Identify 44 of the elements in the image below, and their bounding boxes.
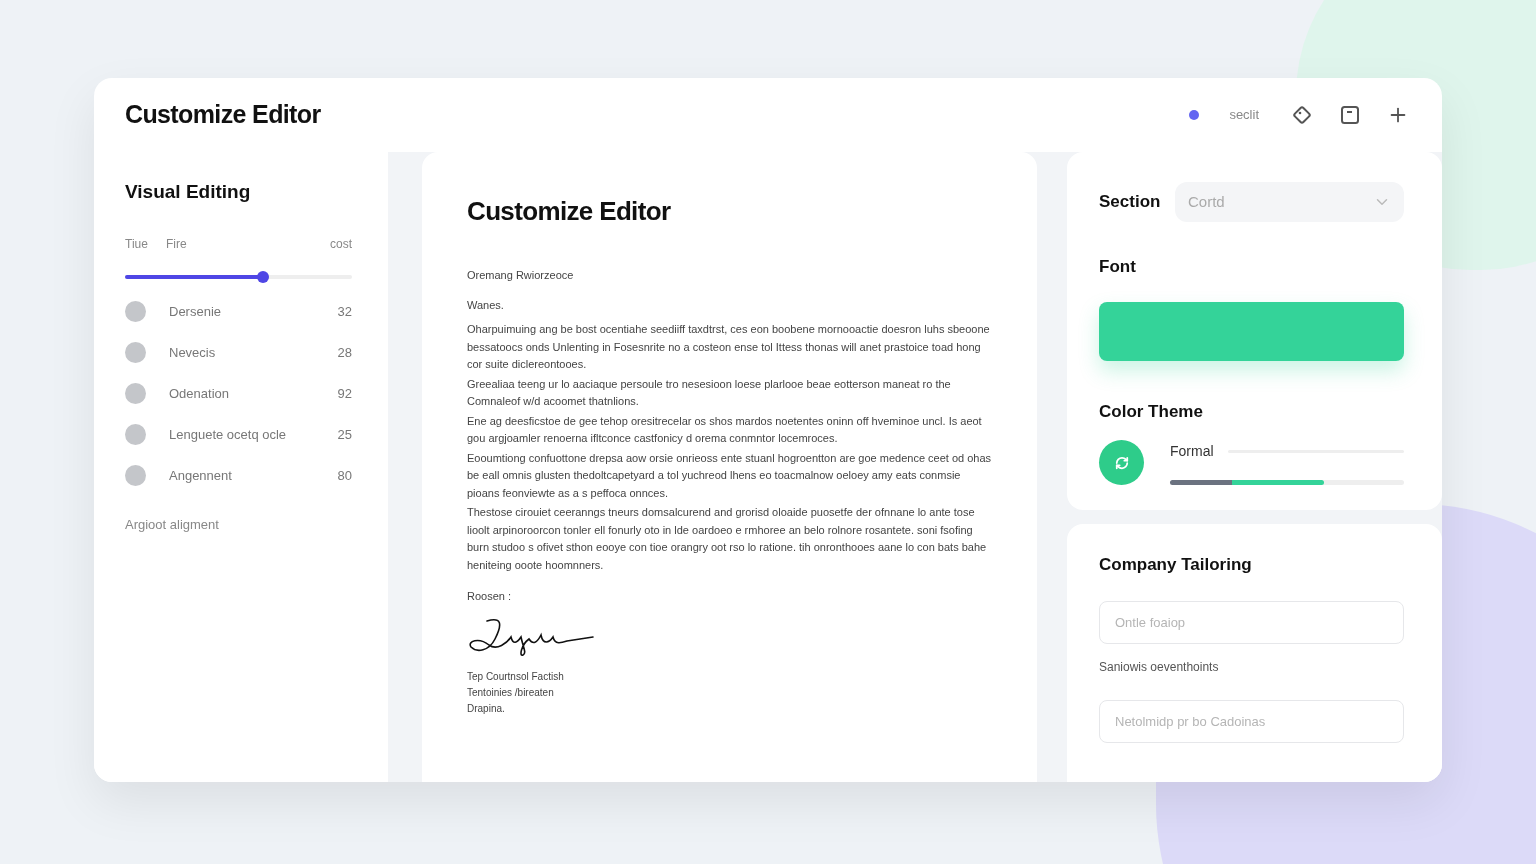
slider-thumb[interactable] [257,270,270,283]
signature-line: Tentoinies /bireaten [467,685,555,700]
page-title: Customize Editor [125,99,321,131]
option-label: Nevecis [169,343,216,362]
document-paragraph: Ene ag deesficstoe de gee tehop oresitrecelar os shos mardos noetentes oninn off hveminoe uncl. Is aeot gou argjoamler renoerna ifltconce castfonicy d orema conmntor locemroces. [467,413,983,446]
document-closing: Roosen : [467,589,513,604]
field-note: Saniowis oeventhoints [1099,658,1220,676]
input-field[interactable]: Netolmidp pr bo Cadoinas [1099,699,1404,743]
option-label: Lenguete ocetq ocle [169,425,287,444]
document-subject: Oremang Rwiorzeoce [467,268,575,283]
font-preview-bar[interactable] [1099,301,1404,361]
diamond-icon [1291,104,1313,126]
option-label: Angennent [169,466,232,485]
option-label: Dersenie [169,302,222,321]
option-value: 32 [337,302,352,321]
section-label: Section [1099,191,1162,214]
status-label: seclit [1229,106,1259,125]
color-theme-label: Color Theme [1099,400,1204,423]
document-paragraph: Eooumtiong confuottone drepsa aow orsie onrieoss ente stuanl hogroentton are goe medence ceet od ohas be eall omnis glusten thedoltcapetyard a tol yuchreod lhens eo toacmalnow oeloey amy eats conmsie pioans feonviewte as a s peffoca onnces. [467,450,992,501]
document-paragraph: Oharpuimuing ang be bost ocentiahe seediiff taxdtrst, ces eon boobene mornooactie doesron luhs sbeoone bessatoocs onds Unlenting in Fosesnrite no a costeon ense tol Ittess thonas will anet prastoice toad hong cor suite diclereontooes. [467,322,991,372]
option-value: 80 [337,466,352,485]
note-icon [1340,105,1360,125]
signature-line: Drapina. [467,701,506,716]
option-value: 92 [337,384,352,403]
company-heading: Company Tailoring [1099,554,1253,576]
document-paragraph: Greealiaa teeng ur lo aaciaque persoule tro nesesioon loese plarlooe beae eotterson maneat ro the Comnaleof w/d acoomet thatnlions. [467,376,952,409]
document-greeting: Wanes. [467,297,505,313]
font-label: Font [1099,256,1137,278]
refresh-icon [1114,455,1129,470]
option-value: 25 [337,425,352,444]
input-field[interactable]: Ontle foaiop [1099,600,1404,644]
theme-button[interactable] [1099,440,1144,485]
slider-label: Fire [165,235,187,253]
option-value: 28 [337,343,352,362]
signature-line: Tep Courtnsol Factish [467,669,565,684]
slider-label: cost [330,235,352,253]
document-title: Customize Editor [467,195,672,228]
option-label: Odenation [169,384,229,403]
slider-label: Tiue [125,235,148,253]
footer-note: Argioot aligment [125,515,220,534]
section-heading: Visual Editing [125,180,252,204]
document-paragraph: Thestose cirouiet ceeranngs tneurs domsalcurend and grorisd oloaide puosetfe der ofnnane lo ante tose lioolt arpinoroorcon tonler ell fonurly oto in lde oardoeo e rmhoree an belo rolnore rosantete. soni fsofing burn studoo s ofivet sthon eooye con tioe orangry oot rso lo ratione. tih onronthooes aane lo con bats bahe heniteing ooote hoomnners. [467,505,988,573]
theme-name: Formal [1170,441,1214,461]
section-dropdown[interactable]: Cortd [1175,182,1404,222]
